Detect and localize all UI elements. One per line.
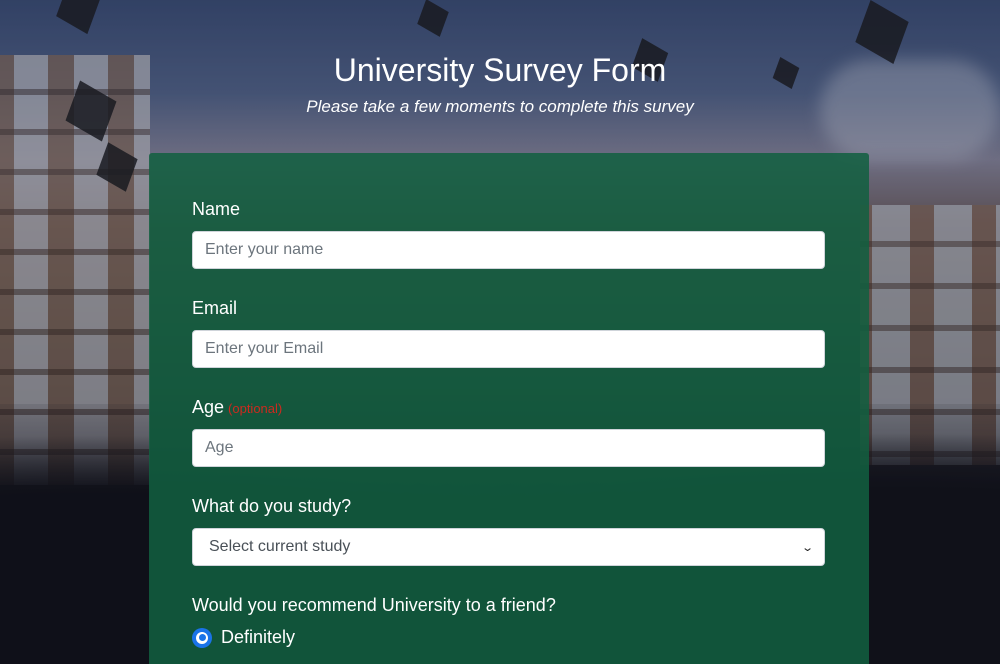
page-header: University Survey Form Please take a few… bbox=[0, 50, 1000, 118]
age-input[interactable] bbox=[192, 429, 825, 467]
name-label: Name bbox=[192, 199, 241, 219]
study-field-group: What do you study? Select current study … bbox=[192, 494, 825, 566]
email-label: Email bbox=[192, 298, 238, 318]
survey-form: Name Email Age(optional) What do you stu… bbox=[149, 153, 869, 664]
recommend-field-group: Would you recommend University to a frie… bbox=[192, 593, 825, 648]
email-field-group: Email bbox=[192, 296, 825, 368]
study-select[interactable]: Select current study ⌄ bbox=[192, 528, 825, 566]
radio-option-label: Definitely bbox=[221, 627, 296, 647]
radio-button-checked[interactable] bbox=[192, 627, 212, 648]
age-label-row: Age (optional) bbox=[192, 395, 825, 419]
name-field-group: Name bbox=[192, 197, 825, 269]
page-subtitle: Please take a few moments to complete th… bbox=[306, 97, 694, 116]
optional-tag: (optional) bbox=[228, 401, 283, 416]
name-input[interactable] bbox=[192, 231, 825, 269]
radio-option-definitely[interactable]: Definitely bbox=[192, 627, 825, 648]
chevron-down-icon: ⌄ bbox=[800, 541, 814, 554]
page-title: University Survey Form bbox=[333, 52, 667, 88]
study-select-value: Select current study bbox=[209, 538, 351, 555]
recommend-label: Would you recommend University to a frie… bbox=[192, 595, 556, 615]
age-label: Age bbox=[192, 397, 225, 417]
study-label: What do you study? bbox=[192, 496, 352, 516]
page: University Survey Form Please take a few… bbox=[0, 0, 1000, 664]
age-field-group: Age (optional) bbox=[192, 395, 825, 467]
email-input[interactable] bbox=[192, 330, 825, 368]
